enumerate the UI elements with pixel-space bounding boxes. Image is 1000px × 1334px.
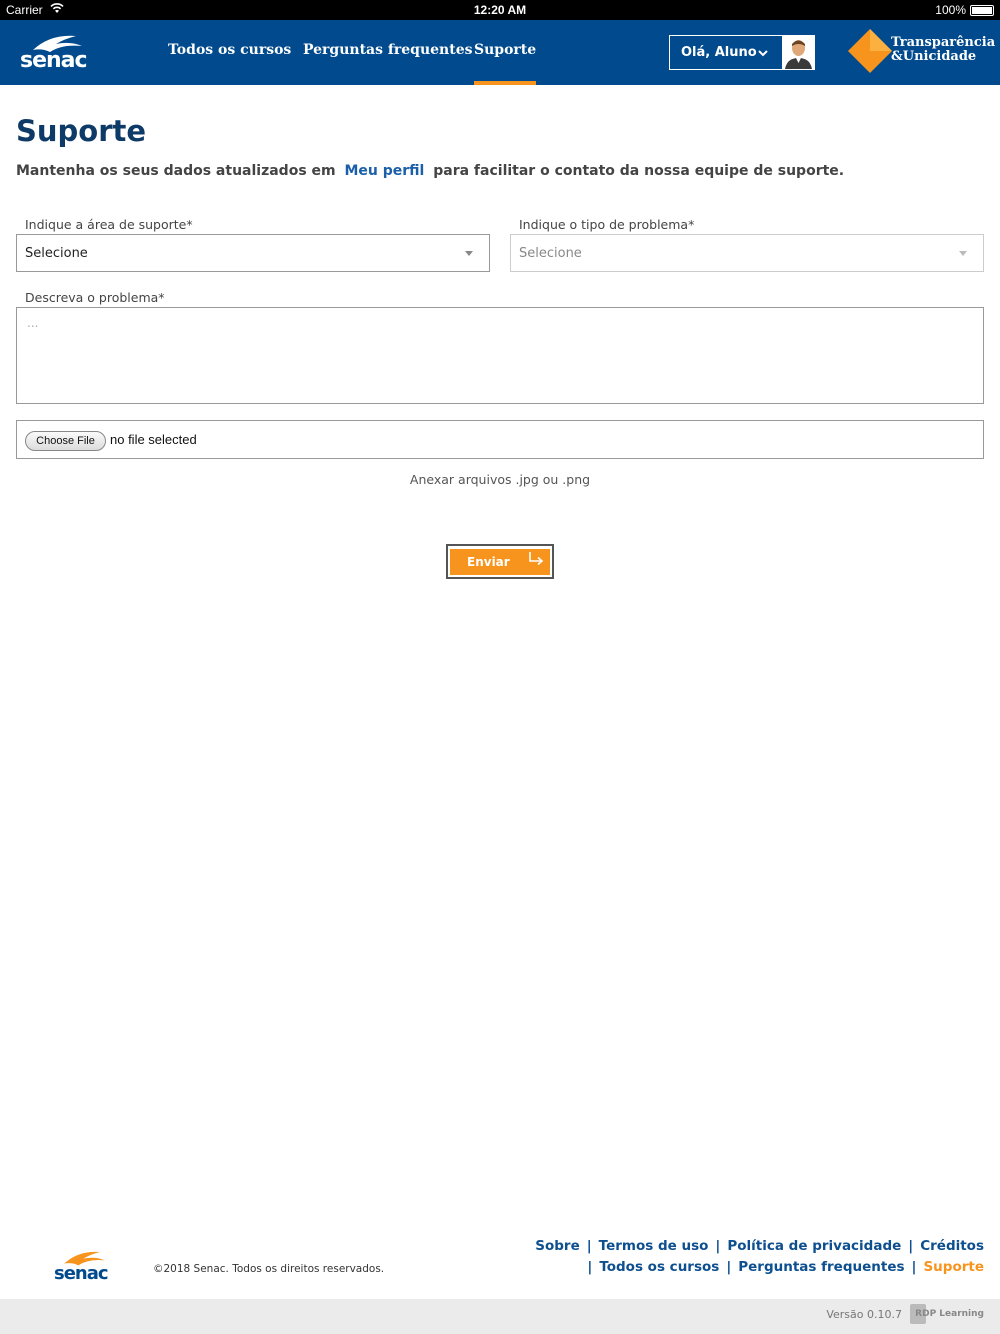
user-greeting: Olá, Aluno: [681, 45, 757, 60]
file-hint: Anexar arquivos .jpg ou .png: [409, 472, 591, 487]
submit-button[interactable]: Enviar: [450, 549, 550, 575]
brand-line-1: Transparência: [891, 35, 996, 50]
desc-label: Descreva o problema*: [25, 290, 165, 305]
intro-text: Mantenha os seus dados atualizados em Me…: [16, 163, 844, 179]
chevron-down-icon: [758, 50, 768, 57]
description-textarea[interactable]: ...: [16, 307, 984, 404]
file-status: no file selected: [110, 432, 197, 447]
caret-down-icon: [959, 251, 967, 256]
vendor-label: RDP Learning: [915, 1309, 984, 1319]
area-select[interactable]: Selecione: [16, 234, 490, 272]
copyright: ©2018 Senac. Todos os direitos reservado…: [153, 1263, 385, 1275]
file-upload-field: Choose File no file selected: [16, 420, 984, 459]
nav-perguntas-frequentes[interactable]: Perguntas frequentes: [303, 42, 473, 58]
brand-line-2: &Unicidade: [891, 49, 977, 64]
intro-before: Mantenha os seus dados atualizados em: [16, 163, 336, 179]
version-bar: Versão 0.10.7 RDP Learning: [0, 1299, 1000, 1334]
meu-perfil-link[interactable]: Meu perfil: [344, 163, 424, 179]
area-label: Indique a área de suporte*: [25, 217, 193, 232]
version-label: Versão 0.10.7: [826, 1308, 902, 1321]
caret-down-icon: [465, 251, 473, 256]
footer-link-creditos[interactable]: Créditos: [920, 1238, 984, 1254]
battery-icon: [970, 5, 994, 16]
send-arrow-icon: [529, 552, 544, 566]
page-title: Suporte: [16, 114, 147, 148]
submit-button-frame[interactable]: Enviar: [446, 544, 554, 579]
footer-logo-wordmark: senac: [54, 1263, 109, 1284]
footer-link-perguntas[interactable]: Perguntas frequentes: [738, 1259, 904, 1275]
footer-link-privacidade[interactable]: Política de privacidade: [727, 1238, 901, 1254]
footer-links-row-1: Sobre | Termos de uso | Política de privacid…: [535, 1238, 984, 1254]
logo-wordmark: senac: [20, 48, 88, 73]
intro-after: para facilitar o contato da nossa equipe…: [433, 163, 845, 179]
footer-senac-logo[interactable]: senac: [52, 1247, 118, 1287]
brand-text: Transparência &Unicidade: [891, 36, 995, 64]
clock: 12:20 AM: [473, 3, 527, 17]
nav-suporte[interactable]: Suporte: [474, 42, 537, 85]
type-select-value: Selecione: [519, 246, 582, 261]
battery-percent: 100%: [935, 3, 966, 17]
user-avatar-icon: [782, 36, 815, 69]
submit-label: Enviar: [467, 555, 510, 569]
footer-link-suporte[interactable]: Suporte: [923, 1259, 984, 1275]
transparencia-unicidade-logo[interactable]: Transparência &Unicidade: [847, 28, 997, 78]
nav-todos-os-cursos[interactable]: Todos os cursos: [168, 42, 291, 58]
area-select-value: Selecione: [25, 246, 88, 261]
footer-link-termos[interactable]: Termos de uso: [599, 1238, 709, 1254]
senac-logo[interactable]: senac: [18, 30, 94, 76]
footer-links-row-2: | Todos os cursos | Perguntas frequentes | Su…: [587, 1259, 984, 1275]
type-label: Indique o tipo de problema*: [519, 217, 695, 232]
description-placeholder: ...: [27, 316, 39, 330]
footer-link-sobre[interactable]: Sobre: [535, 1238, 579, 1254]
diamond-icon: [848, 29, 892, 73]
footer-link-todos-os-cursos[interactable]: Todos os cursos: [599, 1259, 719, 1275]
user-menu[interactable]: Olá, Aluno: [669, 35, 815, 70]
status-bar: Carrier 12:20 AM 100%: [0, 0, 1000, 20]
choose-file-button[interactable]: Choose File: [25, 431, 106, 451]
avatar[interactable]: [782, 36, 815, 69]
type-select[interactable]: Selecione: [510, 234, 984, 272]
top-header: senac Todos os cursos Perguntas frequent…: [0, 20, 1000, 85]
